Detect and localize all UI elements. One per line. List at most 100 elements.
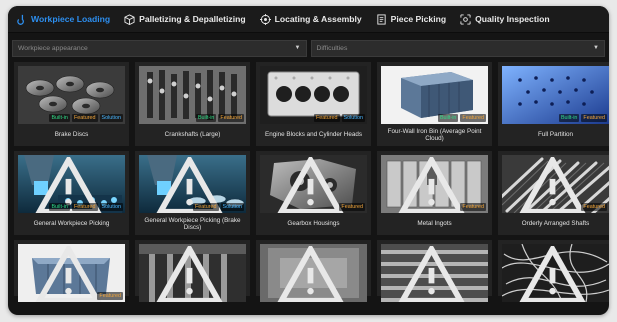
solution-card[interactable] <box>498 240 609 302</box>
tab-palletizing[interactable]: Palletizing & Depalletizing <box>124 6 246 32</box>
solution-card[interactable]: Built-in Featured Four-Wall Iron Bin (Aver… <box>377 62 492 146</box>
workpiece-thumbnail: Featured <box>18 244 125 302</box>
workpiece-thumbnail: Featured Solution <box>139 155 246 213</box>
app-window: Workpiece Loading Palletizing & Depallet… <box>8 6 609 315</box>
box-icon <box>124 13 135 25</box>
solution-card[interactable]: Built-in Featured Crankshafts (Large) <box>135 62 250 146</box>
badge-group: Featured Solution <box>313 114 365 122</box>
solution-card[interactable]: Built-in Featured Solution General Workpiec… <box>14 151 129 235</box>
badge-group: Featured <box>460 203 486 211</box>
workpiece-thumbnail: Built-in Featured <box>139 66 246 124</box>
badge-built-in: Built-in <box>437 114 459 122</box>
solution-card-grid: Built-in Featured Solution Brake Discs Built… <box>14 62 609 302</box>
badge-group: Featured <box>581 203 607 211</box>
select-value: Difficulties <box>316 44 348 52</box>
card-title: Orderly Arranged Shafts <box>521 220 590 228</box>
badge-group: Featured <box>339 203 365 211</box>
warning-icon <box>277 246 344 302</box>
tab-label: Workpiece Loading <box>31 14 111 24</box>
card-title: Four-Wall Iron Bin (Average Point Cloud) <box>387 127 482 143</box>
workpiece-thumbnail: Featured <box>502 155 609 213</box>
badge-featured: Featured <box>71 203 98 211</box>
card-title: General Workpiece Picking <box>33 220 110 228</box>
workpiece-thumbnail: Built-in Featured Solution <box>18 66 125 124</box>
card-title: Full Partition <box>538 131 573 139</box>
badge-featured: Featured <box>460 203 486 211</box>
solution-card[interactable]: Featured Orderly Arranged Shafts <box>498 151 609 235</box>
solution-card[interactable] <box>256 240 371 302</box>
badge-group: Featured Solution <box>192 203 244 211</box>
tab-label: Locating & Assembly <box>274 14 362 24</box>
badge-featured: Featured <box>218 114 244 122</box>
badge-featured: Featured <box>581 203 607 211</box>
badge-group: Built-in Featured <box>558 114 607 122</box>
chevron-down-icon: ▼ <box>294 45 301 51</box>
solution-card[interactable]: Featured Solution General Workpiece Pickin… <box>135 151 250 235</box>
solution-card[interactable] <box>135 240 250 302</box>
solution-card[interactable] <box>377 240 492 302</box>
badge-built-in: Built-in <box>49 203 70 211</box>
tab-label: Piece Picking <box>390 14 447 24</box>
badge-solution: Solution <box>341 114 365 122</box>
tab-workpiece-loading[interactable]: Workpiece Loading <box>16 6 110 32</box>
badge-group: Built-in Featured <box>195 114 244 122</box>
solution-card[interactable]: Built-in Featured Solution Brake Discs <box>14 62 129 146</box>
badge-built-in: Built-in <box>49 114 70 122</box>
workpiece-thumbnail <box>139 244 246 302</box>
difficulties-select[interactable]: Difficulties ▼ <box>310 39 605 57</box>
card-title: Gearbox Housings <box>287 220 340 228</box>
document-icon <box>377 13 386 25</box>
badge-featured: Featured <box>71 114 98 122</box>
tab-quality-inspection[interactable]: Quality Inspection <box>460 6 550 32</box>
badge-featured: Featured <box>581 114 607 122</box>
badge-featured: Featured <box>192 203 219 211</box>
badge-featured: Featured <box>313 114 340 122</box>
badge-featured: Featured <box>460 114 486 122</box>
card-title: Engine Blocks and Cylinder Heads <box>265 131 362 139</box>
badge-group: Built-in Featured Solution <box>49 203 123 211</box>
tab-piece-picking[interactable]: Piece Picking <box>376 6 446 32</box>
badge-group: Built-in Featured Solution <box>49 114 123 122</box>
solution-card[interactable]: Featured Metal Ingots <box>377 151 492 235</box>
badge-solution: Solution <box>99 114 123 122</box>
card-title: Brake Discs <box>54 131 89 139</box>
category-tab-bar: Workpiece Loading Palletizing & Depallet… <box>8 6 609 33</box>
workpiece-thumbnail <box>260 244 367 302</box>
solution-card[interactable]: Featured Solution Engine Blocks and Cylind… <box>256 62 371 146</box>
workpiece-appearance-select[interactable]: Workpiece appearance ▼ <box>12 39 307 57</box>
chevron-down-icon: ▼ <box>593 45 599 51</box>
target-icon <box>259 13 271 25</box>
workpiece-thumbnail: Built-in Featured <box>381 66 488 124</box>
workpiece-thumbnail: Featured <box>381 155 488 213</box>
badge-featured: Featured <box>97 292 123 300</box>
inspect-icon <box>460 13 471 25</box>
warning-icon <box>398 246 465 302</box>
card-title: Crankshafts (Large) <box>164 131 221 139</box>
workpiece-thumbnail: Built-in Featured Solution <box>18 155 125 213</box>
solution-card[interactable]: Featured <box>14 240 129 302</box>
badge-group: Built-in Featured <box>437 114 486 122</box>
badge-solution: Solution <box>99 203 123 211</box>
solution-card[interactable]: Built-in Featured Full Partition <box>498 62 609 146</box>
badge-built-in: Built-in <box>195 114 217 122</box>
filter-bar: Workpiece appearance ▼ Difficulties ▼ <box>8 37 609 59</box>
badge-featured: Featured <box>339 203 365 211</box>
warning-icon <box>519 246 586 302</box>
tab-locating-assembly[interactable]: Locating & Assembly <box>259 6 362 32</box>
workpiece-thumbnail: Featured Solution <box>260 66 367 124</box>
workpiece-thumbnail: Built-in Featured <box>502 66 609 124</box>
solution-card[interactable]: Featured Gearbox Housings <box>256 151 371 235</box>
warning-icon <box>156 246 223 302</box>
hook-icon <box>17 14 24 25</box>
tab-label: Quality Inspection <box>475 14 550 24</box>
workpiece-thumbnail: Featured <box>260 155 367 213</box>
badge-solution: Solution <box>220 203 244 211</box>
badge-built-in: Built-in <box>558 114 580 122</box>
workpiece-thumbnail <box>381 244 488 302</box>
select-value: Workpiece appearance <box>18 44 88 52</box>
card-title: General Workpiece Picking (Brake Discs) <box>144 216 241 232</box>
card-title: Metal Ingots <box>417 220 452 228</box>
badge-group: Featured <box>97 292 123 300</box>
workpiece-thumbnail <box>502 244 609 302</box>
tab-label: Palletizing & Depalletizing <box>139 14 246 24</box>
